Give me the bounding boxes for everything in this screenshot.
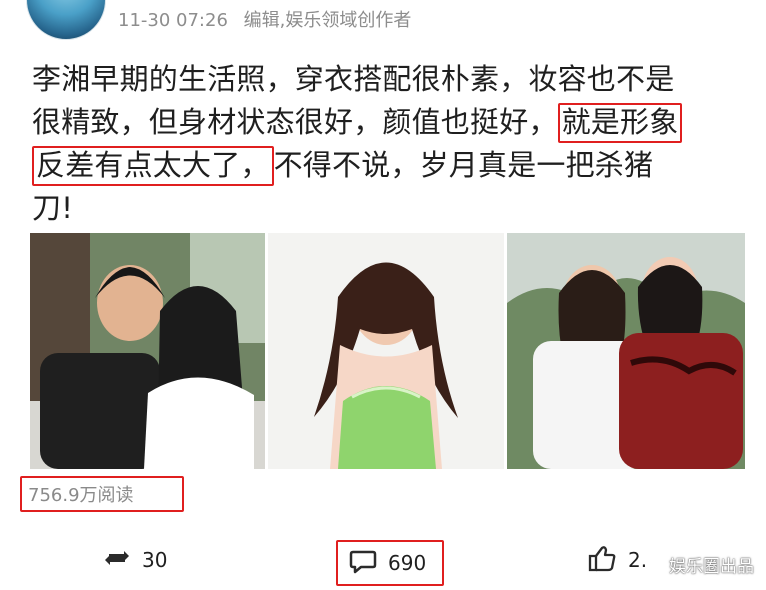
like-button[interactable]: 2. — [586, 542, 647, 578]
comment-count: 690 — [388, 551, 427, 575]
post-line-1: 李湘早期的生活照，穿衣搭配很朴素，妆容也不是 — [32, 58, 732, 101]
post-text-2: 很精致，但身材状态很好，颜值也挺好， — [32, 105, 558, 139]
like-icon — [586, 542, 618, 579]
action-bar: 30 690 2. — [0, 540, 766, 586]
post-source: 编辑,娱乐领域创作者 — [243, 10, 412, 31]
highlight-box-1: 就是形象 — [557, 103, 683, 143]
highlight-box-2: 反差有点太大了， — [32, 146, 274, 186]
photo-1[interactable] — [30, 233, 265, 469]
photo-2[interactable] — [268, 233, 504, 469]
post-meta: 11-30 07:26 编辑,娱乐领域创作者 — [118, 6, 421, 32]
photo-2-illustration — [268, 233, 504, 469]
post-timestamp: 11-30 07:26 — [118, 10, 228, 31]
repost-icon — [102, 543, 132, 578]
comment-button[interactable]: 690 — [336, 540, 444, 586]
post-text-1: 李湘早期的生活照，穿衣搭配很朴素，妆容也不是 — [32, 62, 675, 96]
post-card: 11-30 07:26 编辑,娱乐领域创作者 李湘早期的生活照，穿衣搭配很朴素，… — [0, 0, 766, 590]
post-text-3: 不得不说，岁月真是一把杀猪 — [273, 148, 654, 182]
repost-count: 30 — [142, 548, 168, 572]
read-count-box: 756.9万阅读 — [20, 476, 184, 512]
post-text-4: 刀! — [32, 191, 74, 225]
photo-1-illustration — [30, 233, 265, 469]
post-line-2: 很精致，但身材状态很好，颜值也挺好， 就是形象 — [32, 101, 732, 144]
avatar[interactable] — [26, 0, 106, 40]
photo-3-illustration — [507, 233, 745, 469]
comment-icon — [348, 546, 378, 581]
like-count: 2. — [628, 548, 648, 572]
post-header: 11-30 07:26 编辑,娱乐领域创作者 — [0, 0, 766, 40]
photo-3[interactable] — [507, 233, 745, 469]
post-body: 李湘早期的生活照，穿衣搭配很朴素，妆容也不是 很精致，但身材状态很好，颜值也挺好… — [32, 58, 732, 230]
post-line-3: 反差有点太大了， 不得不说，岁月真是一把杀猪 — [32, 144, 732, 187]
read-count: 756.9万阅读 — [28, 485, 134, 506]
post-line-4: 刀! — [32, 187, 732, 230]
repost-button[interactable]: 30 — [102, 542, 167, 578]
photo-grid — [30, 233, 745, 469]
watermark: 娱乐圈出品 — [669, 557, 754, 577]
